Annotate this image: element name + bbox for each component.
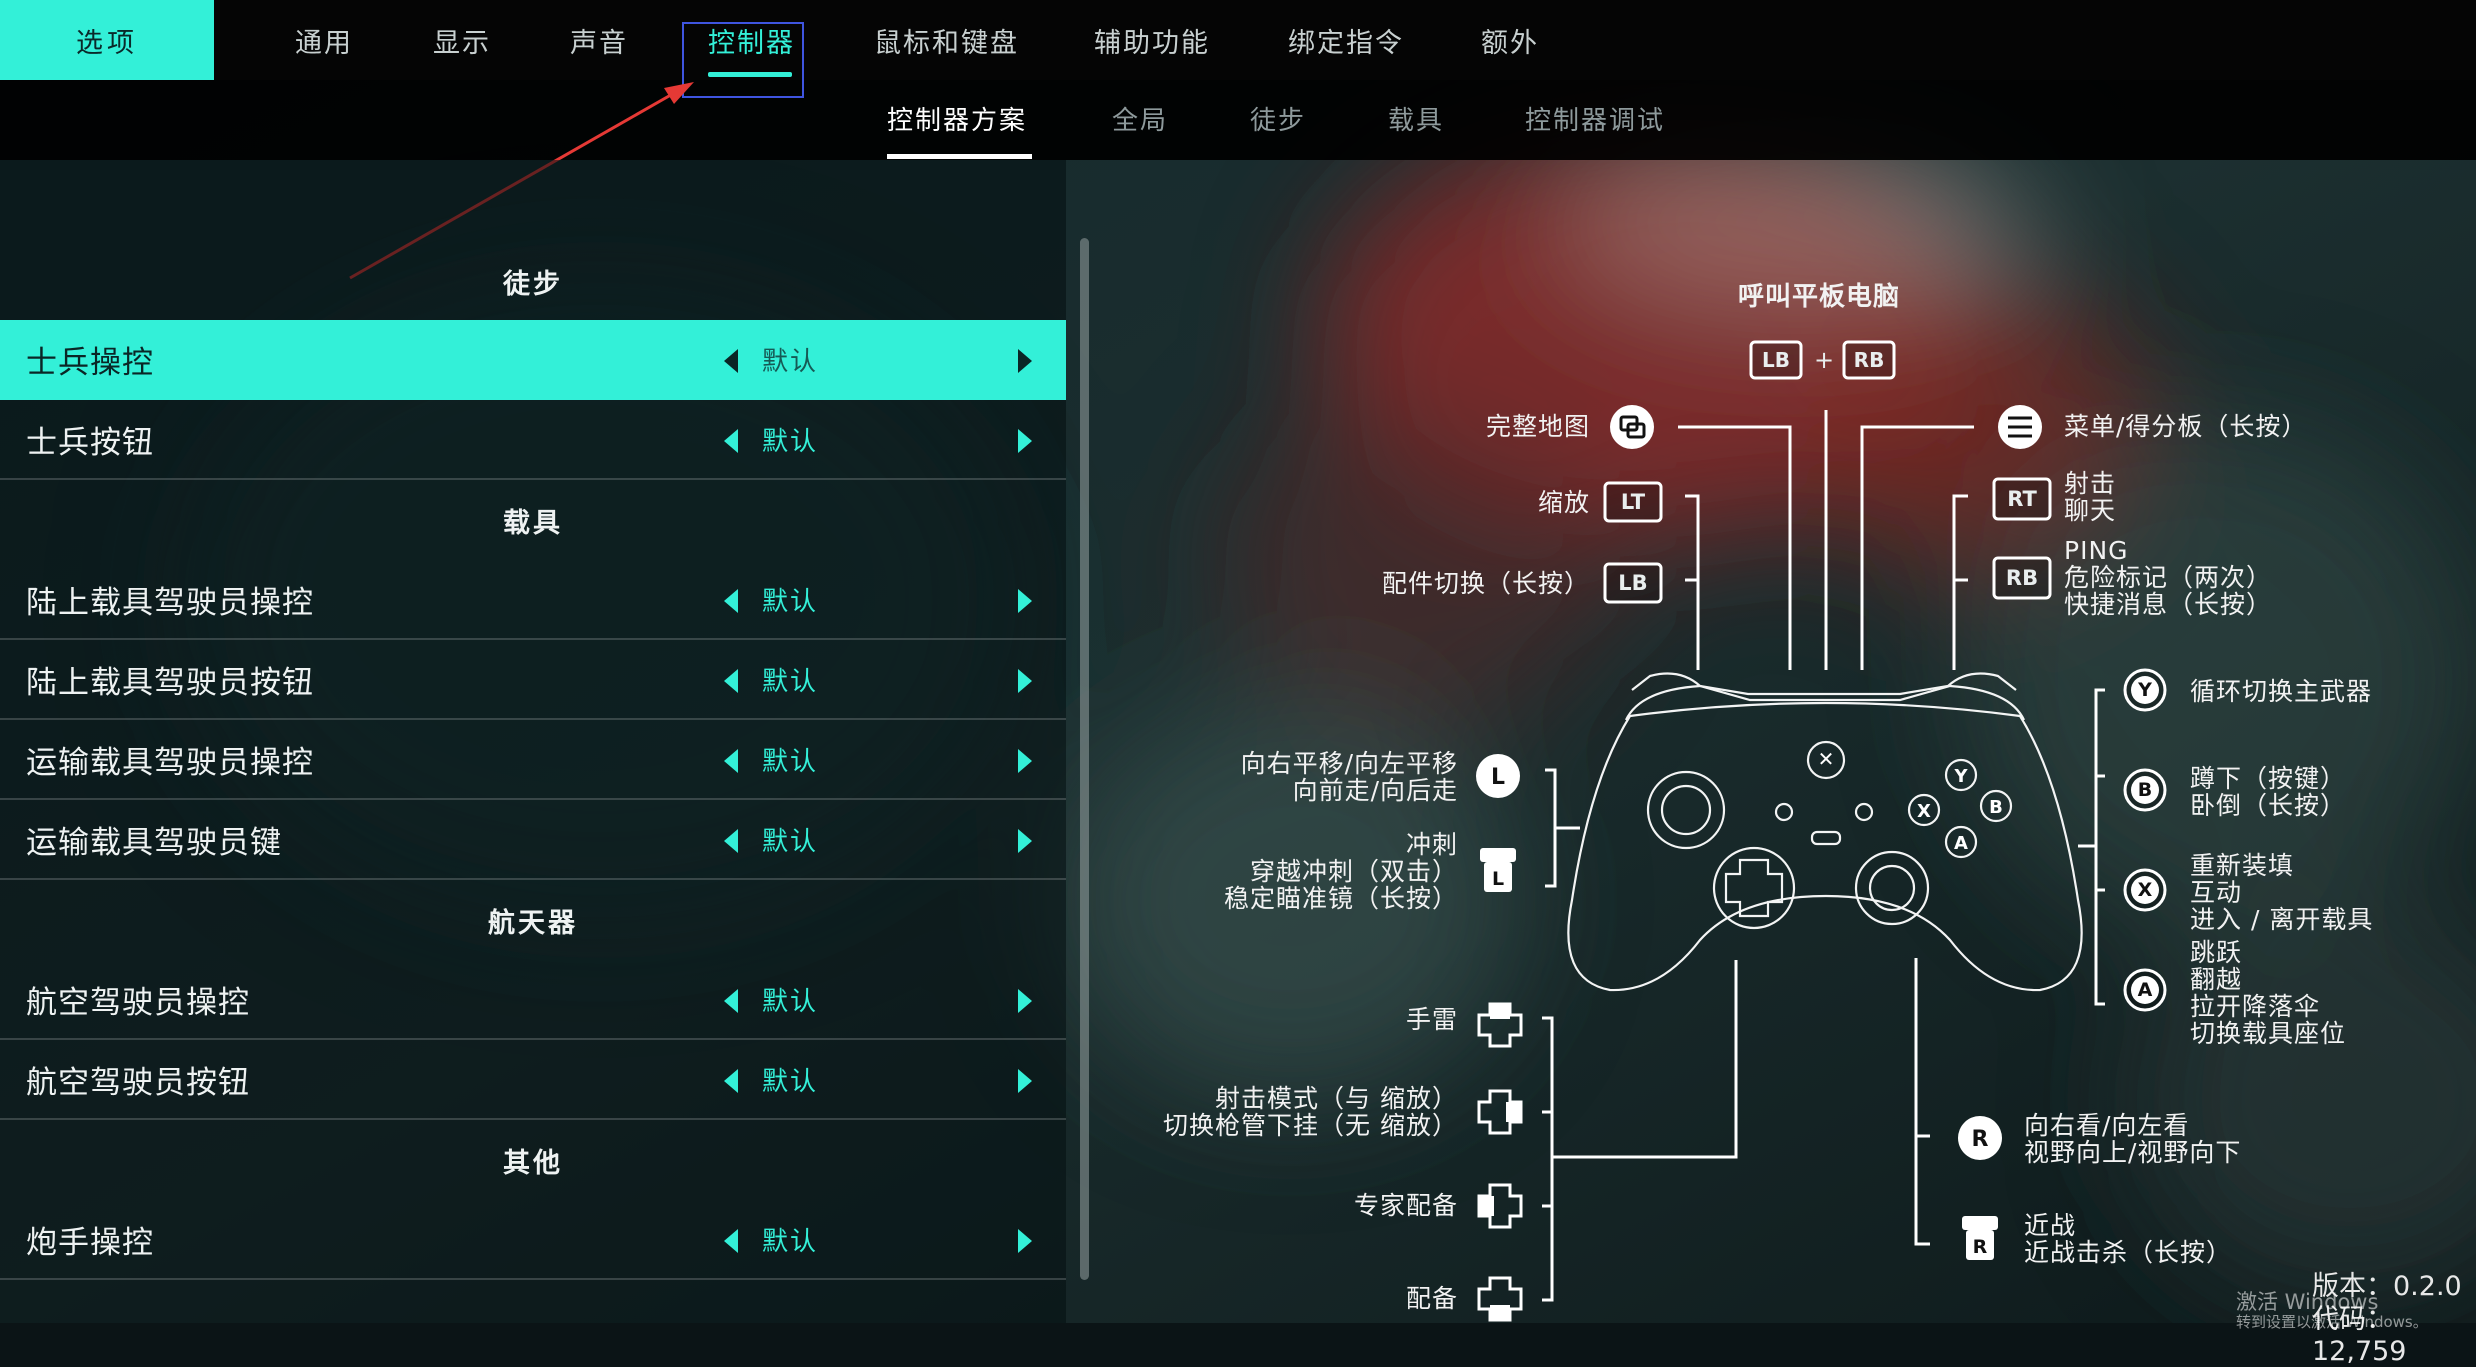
rt-key-icon: RT (2007, 487, 2037, 511)
right-stick-action-1: 向右看/向左看 (2024, 1111, 2190, 1140)
left-stick-glyph: L (1491, 765, 1505, 790)
plus-sign: + (1813, 346, 1835, 374)
rt-action-2: 聊天 (2064, 496, 2117, 525)
dpad-up-action: 手雷 (1405, 1005, 1458, 1034)
rb-action-1: PING (2064, 536, 2129, 565)
lb-key-icon: LB (1762, 348, 1790, 372)
rt-action-1: 射击 (2064, 469, 2117, 498)
rb-action-2: 危险标记（两次） (2064, 563, 2273, 592)
zoom-label: 缩放 (1537, 488, 1590, 517)
right-stick-glyph: R (1972, 1127, 1989, 1152)
y-button-icon: Y (2138, 679, 2152, 701)
r3-glyph: R (1973, 1236, 1988, 1258)
a-action-1: 跳跃 (2190, 938, 2243, 967)
svg-text:A: A (1954, 833, 1968, 854)
left-stick-action-2: 向前走/向后走 (1292, 776, 1458, 805)
windows-activation-hint: 转到设置以激活 Windows。 (2236, 1313, 2428, 1331)
rb-action-3: 快捷消息（长按） (2064, 590, 2273, 619)
l3-action-1: 冲刺 (1405, 830, 1458, 859)
x-action-3: 进入 / 离开载具 (2190, 905, 2374, 934)
left-stick-action-1: 向右平移/向左平移 (1240, 749, 1458, 778)
svg-text:Y: Y (1953, 766, 1968, 787)
a-action-2: 翻越 (2190, 965, 2243, 994)
x-action-1: 重新装填 (2190, 851, 2295, 880)
dpad-left-action: 专家配备 (1353, 1191, 1458, 1220)
attachment-label: 配件切换（长按） (1381, 569, 1590, 598)
r3-action-1: 近战 (2024, 1211, 2077, 1240)
b-action-2: 卧倒（长按） (2190, 791, 2347, 820)
a-action-3: 拉开降落伞 (2190, 992, 2321, 1021)
menu-label: 菜单/得分板（长按） (2064, 412, 2308, 441)
rb-key-icon: RB (2005, 566, 2039, 590)
x-action-2: 互动 (2190, 878, 2243, 907)
a-button-icon: A (2137, 979, 2153, 1001)
svg-text:✕: ✕ (1818, 747, 1835, 771)
a-action-4: 切换载具座位 (2190, 1019, 2347, 1048)
svg-text:X: X (1917, 801, 1931, 822)
y-action: 循环切换主武器 (2190, 677, 2373, 706)
b-button-icon: B (2137, 779, 2153, 801)
dpad-down-action: 配备 (1405, 1284, 1458, 1313)
svg-text:B: B (1989, 797, 2003, 818)
full-map-label: 完整地图 (1485, 412, 1590, 441)
b-action-1: 蹲下（按键） (2190, 764, 2347, 793)
lb-key-icon: LB (1618, 571, 1648, 595)
x-button-icon: X (2137, 879, 2153, 901)
tablet-label: 呼叫平板电脑 (1738, 282, 1901, 312)
dpad-right-action-1: 射击模式（与 缩放） (1215, 1084, 1458, 1113)
lt-key-icon: LT (1620, 490, 1646, 514)
dpad-right-action-2: 切换枪管下挂（无 缩放） (1163, 1111, 1458, 1140)
l3-action-3: 稳定瞄准镜（长按） (1223, 884, 1458, 913)
r3-action-2: 近战击杀（长按） (2024, 1238, 2233, 1267)
rb-key-icon: RB (1853, 348, 1885, 372)
l3-glyph: L (1492, 868, 1504, 890)
l3-action-2: 穿越冲刺（双击） (1249, 857, 1458, 886)
right-stick-action-2: 视野向上/视野向下 (2024, 1138, 2242, 1167)
